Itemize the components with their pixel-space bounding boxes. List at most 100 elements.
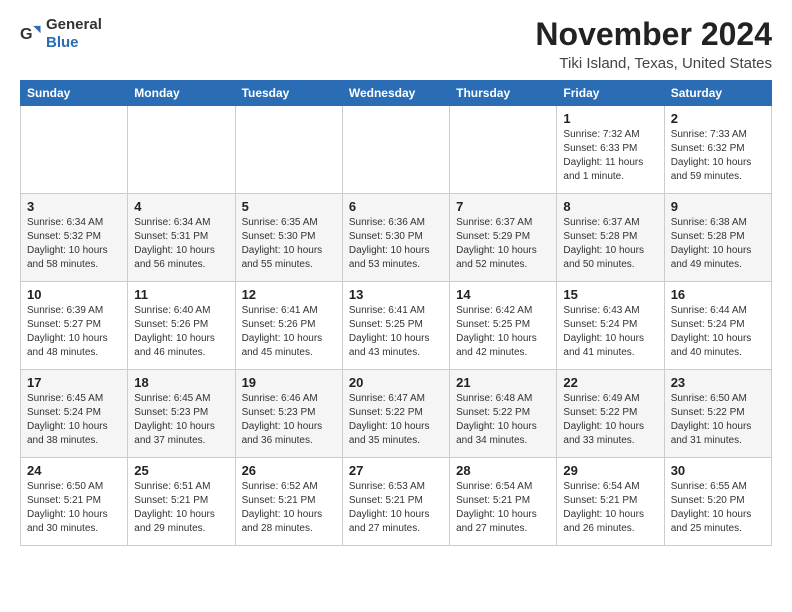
- logo-icon: G: [20, 23, 42, 45]
- day-number: 16: [671, 287, 765, 302]
- week-row-5: 24Sunrise: 6:50 AM Sunset: 5:21 PM Dayli…: [21, 458, 772, 546]
- day-number: 29: [563, 463, 657, 478]
- calendar-cell: 24Sunrise: 6:50 AM Sunset: 5:21 PM Dayli…: [21, 458, 128, 546]
- calendar-cell: 3 Sunrise: 6:34 AM Sunset: 5:32 PM Daylig…: [21, 194, 128, 282]
- day-number: 19: [242, 375, 336, 390]
- col-saturday: Saturday: [664, 81, 771, 106]
- day-number: 3: [27, 199, 121, 214]
- day-info: Sunrise: 6:40 AM Sunset: 5:26 PM Dayligh…: [134, 304, 228, 360]
- col-thursday: Thursday: [450, 81, 557, 106]
- day-info: Sunrise: 6:55 AM Sunset: 5:20 PM Dayligh…: [671, 480, 765, 536]
- calendar-cell: 7 Sunrise: 6:37 AM Sunset: 5:29 PM Daylig…: [450, 194, 557, 282]
- svg-text:G: G: [20, 25, 33, 43]
- calendar-cell: [235, 106, 342, 194]
- day-info: Sunrise: 6:54 AM Sunset: 5:21 PM Dayligh…: [456, 480, 550, 536]
- day-number: 15: [563, 287, 657, 302]
- day-number: 7: [456, 199, 550, 214]
- day-info: Sunrise: 7:32 AM Sunset: 6:33 PM Dayligh…: [563, 128, 657, 184]
- day-number: 12: [242, 287, 336, 302]
- calendar-cell: 29Sunrise: 6:54 AM Sunset: 5:21 PM Dayli…: [557, 458, 664, 546]
- day-info: Sunrise: 6:51 AM Sunset: 5:21 PM Dayligh…: [134, 480, 228, 536]
- col-monday: Monday: [128, 81, 235, 106]
- day-info: Sunrise: 6:34 AM Sunset: 5:31 PM Dayligh…: [134, 216, 228, 272]
- day-info: Sunrise: 6:45 AM Sunset: 5:23 PM Dayligh…: [134, 392, 228, 448]
- header-row: Sunday Monday Tuesday Wednesday Thursday…: [21, 81, 772, 106]
- header: G General Blue November 2024 Tiki Island…: [20, 16, 772, 72]
- day-number: 10: [27, 287, 121, 302]
- day-info: Sunrise: 6:41 AM Sunset: 5:26 PM Dayligh…: [242, 304, 336, 360]
- day-number: 26: [242, 463, 336, 478]
- day-number: 17: [27, 375, 121, 390]
- day-info: Sunrise: 6:39 AM Sunset: 5:27 PM Dayligh…: [27, 304, 121, 360]
- calendar-cell: [128, 106, 235, 194]
- calendar-subtitle: Tiki Island, Texas, United States: [535, 55, 772, 72]
- logo: G General Blue: [20, 16, 102, 52]
- day-info: Sunrise: 6:42 AM Sunset: 5:25 PM Dayligh…: [456, 304, 550, 360]
- week-row-3: 10 Sunrise: 6:39 AM Sunset: 5:27 PM Dayli…: [21, 282, 772, 370]
- col-tuesday: Tuesday: [235, 81, 342, 106]
- week-row-1: 1Sunrise: 7:32 AM Sunset: 6:33 PM Daylig…: [21, 106, 772, 194]
- day-info: Sunrise: 6:38 AM Sunset: 5:28 PM Dayligh…: [671, 216, 765, 272]
- logo-general: General: [46, 16, 102, 33]
- day-number: 5: [242, 199, 336, 214]
- calendar-cell: 18Sunrise: 6:45 AM Sunset: 5:23 PM Dayli…: [128, 370, 235, 458]
- calendar-cell: 10 Sunrise: 6:39 AM Sunset: 5:27 PM Dayli…: [21, 282, 128, 370]
- calendar-cell: 30 Sunrise: 6:55 AM Sunset: 5:20 PM Dayli…: [664, 458, 771, 546]
- calendar-cell: 15 Sunrise: 6:43 AM Sunset: 5:24 PM Dayli…: [557, 282, 664, 370]
- calendar-cell: 4 Sunrise: 6:34 AM Sunset: 5:31 PM Daylig…: [128, 194, 235, 282]
- day-info: Sunrise: 6:48 AM Sunset: 5:22 PM Dayligh…: [456, 392, 550, 448]
- calendar-cell: 28 Sunrise: 6:54 AM Sunset: 5:21 PM Dayli…: [450, 458, 557, 546]
- day-info: Sunrise: 6:50 AM Sunset: 5:22 PM Dayligh…: [671, 392, 765, 448]
- calendar-title: November 2024: [535, 16, 772, 53]
- day-info: Sunrise: 6:45 AM Sunset: 5:24 PM Dayligh…: [27, 392, 121, 448]
- logo-blue: Blue: [46, 34, 79, 51]
- day-info: Sunrise: 6:34 AM Sunset: 5:32 PM Dayligh…: [27, 216, 121, 272]
- day-info: Sunrise: 7:33 AM Sunset: 6:32 PM Dayligh…: [671, 128, 765, 184]
- calendar-cell: 20 Sunrise: 6:47 AM Sunset: 5:22 PM Dayli…: [342, 370, 449, 458]
- day-number: 14: [456, 287, 550, 302]
- calendar-cell: 17 Sunrise: 6:45 AM Sunset: 5:24 PM Dayli…: [21, 370, 128, 458]
- calendar-cell: 25 Sunrise: 6:51 AM Sunset: 5:21 PM Dayli…: [128, 458, 235, 546]
- calendar-cell: 23 Sunrise: 6:50 AM Sunset: 5:22 PM Dayli…: [664, 370, 771, 458]
- calendar-cell: 14 Sunrise: 6:42 AM Sunset: 5:25 PM Dayli…: [450, 282, 557, 370]
- day-info: Sunrise: 6:37 AM Sunset: 5:28 PM Dayligh…: [563, 216, 657, 272]
- calendar-cell: 12 Sunrise: 6:41 AM Sunset: 5:26 PM Dayli…: [235, 282, 342, 370]
- calendar-cell: 1Sunrise: 7:32 AM Sunset: 6:33 PM Daylig…: [557, 106, 664, 194]
- day-number: 13: [349, 287, 443, 302]
- day-number: 30: [671, 463, 765, 478]
- day-info: Sunrise: 6:46 AM Sunset: 5:23 PM Dayligh…: [242, 392, 336, 448]
- day-info: Sunrise: 6:41 AM Sunset: 5:25 PM Dayligh…: [349, 304, 443, 360]
- calendar-cell: 2Sunrise: 7:33 AM Sunset: 6:32 PM Daylig…: [664, 106, 771, 194]
- week-row-4: 17 Sunrise: 6:45 AM Sunset: 5:24 PM Dayli…: [21, 370, 772, 458]
- day-number: 28: [456, 463, 550, 478]
- calendar-table: Sunday Monday Tuesday Wednesday Thursday…: [20, 80, 772, 546]
- col-wednesday: Wednesday: [342, 81, 449, 106]
- calendar-cell: 6Sunrise: 6:36 AM Sunset: 5:30 PM Daylig…: [342, 194, 449, 282]
- day-info: Sunrise: 6:43 AM Sunset: 5:24 PM Dayligh…: [563, 304, 657, 360]
- calendar-cell: 9 Sunrise: 6:38 AM Sunset: 5:28 PM Daylig…: [664, 194, 771, 282]
- calendar-cell: 16Sunrise: 6:44 AM Sunset: 5:24 PM Dayli…: [664, 282, 771, 370]
- day-info: Sunrise: 6:53 AM Sunset: 5:21 PM Dayligh…: [349, 480, 443, 536]
- calendar-cell: [21, 106, 128, 194]
- day-number: 8: [563, 199, 657, 214]
- calendar-cell: 5Sunrise: 6:35 AM Sunset: 5:30 PM Daylig…: [235, 194, 342, 282]
- calendar-cell: 27 Sunrise: 6:53 AM Sunset: 5:21 PM Dayli…: [342, 458, 449, 546]
- week-row-2: 3 Sunrise: 6:34 AM Sunset: 5:32 PM Daylig…: [21, 194, 772, 282]
- day-number: 9: [671, 199, 765, 214]
- day-number: 6: [349, 199, 443, 214]
- calendar-cell: 22 Sunrise: 6:49 AM Sunset: 5:22 PM Dayli…: [557, 370, 664, 458]
- calendar-cell: 26 Sunrise: 6:52 AM Sunset: 5:21 PM Dayli…: [235, 458, 342, 546]
- day-info: Sunrise: 6:37 AM Sunset: 5:29 PM Dayligh…: [456, 216, 550, 272]
- day-number: 25: [134, 463, 228, 478]
- day-number: 22: [563, 375, 657, 390]
- calendar-cell: 13 Sunrise: 6:41 AM Sunset: 5:25 PM Dayli…: [342, 282, 449, 370]
- day-number: 4: [134, 199, 228, 214]
- day-info: Sunrise: 6:47 AM Sunset: 5:22 PM Dayligh…: [349, 392, 443, 448]
- calendar-cell: 8 Sunrise: 6:37 AM Sunset: 5:28 PM Daylig…: [557, 194, 664, 282]
- day-info: Sunrise: 6:49 AM Sunset: 5:22 PM Dayligh…: [563, 392, 657, 448]
- day-number: 23: [671, 375, 765, 390]
- day-number: 20: [349, 375, 443, 390]
- day-number: 27: [349, 463, 443, 478]
- day-info: Sunrise: 6:52 AM Sunset: 5:21 PM Dayligh…: [242, 480, 336, 536]
- title-area: November 2024 Tiki Island, Texas, United…: [535, 16, 772, 72]
